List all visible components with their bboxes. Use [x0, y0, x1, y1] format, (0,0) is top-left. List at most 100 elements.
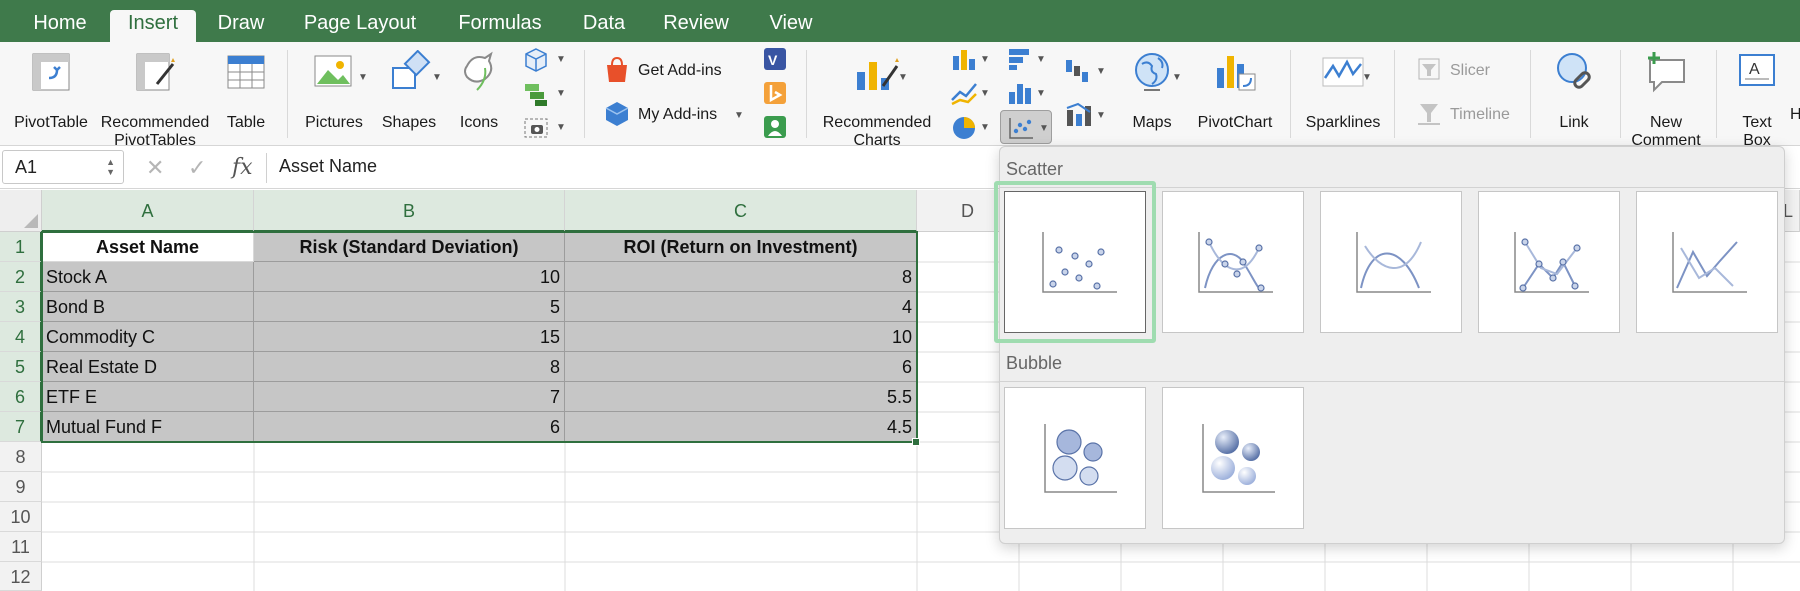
- bubble-3d-icon: [1202, 424, 1275, 493]
- tab-view[interactable]: View: [758, 10, 824, 42]
- row-header-6[interactable]: 6: [0, 382, 42, 412]
- tab-formulas[interactable]: Formulas: [448, 10, 552, 42]
- recommended-charts-dropdown-icon[interactable]: ▼: [898, 72, 908, 83]
- bar-chart-icon[interactable]: [1006, 46, 1034, 72]
- select-all-corner[interactable]: [0, 190, 42, 232]
- row-header-9[interactable]: 9: [0, 472, 42, 502]
- visio-icon[interactable]: V: [762, 46, 788, 72]
- people-graph-icon[interactable]: [762, 114, 788, 140]
- formula-bar-divider: [266, 153, 267, 183]
- tab-page-layout[interactable]: Page Layout: [296, 10, 424, 42]
- bar-chart-dropdown-icon[interactable]: ▼: [1036, 54, 1046, 65]
- recommended-charts-label-1: Recommended: [822, 114, 932, 131]
- column-chart-icon[interactable]: [950, 46, 978, 72]
- pictures-dropdown-icon[interactable]: ▼: [358, 72, 368, 83]
- row-header-11[interactable]: 11: [0, 532, 42, 562]
- globe-icon: [1135, 53, 1169, 91]
- row-header-8[interactable]: 8: [0, 442, 42, 472]
- screenshot-dropdown-icon[interactable]: ▼: [556, 122, 566, 133]
- timeline-button[interactable]: Timeline: [1450, 106, 1510, 124]
- bubble-item[interactable]: [1004, 387, 1146, 529]
- column-header-c[interactable]: C: [565, 190, 917, 232]
- pictures-button[interactable]: Pictures: [296, 50, 372, 140]
- text-box-button[interactable]: A Text Box: [1724, 50, 1790, 149]
- row-header-4[interactable]: 4: [0, 322, 42, 352]
- waterfall-chart-dropdown-icon[interactable]: ▼: [1096, 66, 1106, 77]
- row-header-10[interactable]: 10: [0, 502, 42, 532]
- sparklines-dropdown-icon[interactable]: ▼: [1362, 72, 1372, 83]
- scatter-markers-only-icon: [1042, 232, 1117, 293]
- waterfall-chart-icon[interactable]: [1064, 56, 1094, 86]
- recommended-charts-button[interactable]: Recommended Charts: [818, 50, 936, 149]
- smartart-dropdown-icon[interactable]: ▼: [556, 88, 566, 99]
- slicer-icon: [1418, 58, 1440, 80]
- scatter-straight-lines-markers-item[interactable]: [1478, 191, 1620, 333]
- insert-function-icon[interactable]: fx: [232, 155, 253, 180]
- gallery-divider: [1000, 187, 1784, 188]
- tab-insert[interactable]: Insert: [110, 10, 196, 42]
- pivotchart-button[interactable]: PivotChart: [1190, 50, 1280, 140]
- header-footer-button-cutoff[interactable]: H: [1790, 106, 1800, 124]
- recommended-pivottables-label-1: Recommended: [100, 114, 210, 131]
- formula-input[interactable]: Asset Name: [279, 156, 377, 177]
- pivottable-button[interactable]: PivotTable: [8, 50, 94, 140]
- name-box-stepper-icon[interactable]: ▲ ▼: [106, 157, 115, 177]
- new-comment-button[interactable]: New Comment: [1626, 50, 1706, 149]
- icons-button[interactable]: Icons: [450, 50, 508, 140]
- row-header-1[interactable]: 1: [0, 232, 42, 262]
- scatter-smooth-lines-markers-item[interactable]: [1162, 191, 1304, 333]
- tab-home[interactable]: Home: [18, 10, 102, 42]
- row-header-5[interactable]: 5: [0, 352, 42, 382]
- pie-chart-dropdown-icon[interactable]: ▼: [980, 122, 990, 133]
- scatter-chart-button[interactable]: ▼: [1000, 110, 1052, 144]
- tab-review[interactable]: Review: [654, 10, 738, 42]
- column-chart-dropdown-icon[interactable]: ▼: [980, 54, 990, 65]
- 3d-models-icon[interactable]: [522, 46, 550, 74]
- ribbon-separator: [1394, 50, 1395, 138]
- statistic-chart-dropdown-icon[interactable]: ▼: [1036, 88, 1046, 99]
- combo-chart-icon[interactable]: [1064, 100, 1094, 130]
- column-header-b[interactable]: B: [254, 190, 565, 232]
- maps-button[interactable]: Maps: [1122, 50, 1182, 140]
- my-addins-dropdown-icon[interactable]: ▼: [734, 110, 744, 121]
- shapes-dropdown-icon[interactable]: ▼: [432, 72, 442, 83]
- scatter-smooth-lines-item[interactable]: [1320, 191, 1462, 333]
- scatter-straight-lines-item[interactable]: [1636, 191, 1778, 333]
- bing-maps-icon[interactable]: [762, 80, 788, 106]
- slicer-button[interactable]: Slicer: [1450, 62, 1490, 80]
- shapes-button[interactable]: Shapes: [374, 50, 444, 140]
- smartart-icon[interactable]: [522, 80, 550, 108]
- bubble-3d-item[interactable]: [1162, 387, 1304, 529]
- ribbon-separator: [287, 50, 288, 138]
- bubble-section-title: Bubble: [1006, 353, 1063, 373]
- statistic-chart-icon[interactable]: [1006, 80, 1034, 106]
- tab-draw[interactable]: Draw: [206, 10, 276, 42]
- scatter-markers-only-item[interactable]: [1004, 191, 1146, 333]
- row-header-2[interactable]: 2: [0, 262, 42, 292]
- sparklines-button[interactable]: Sparklines: [1298, 50, 1388, 140]
- cancel-icon[interactable]: ✕: [146, 155, 164, 181]
- row-header-7[interactable]: 7: [0, 412, 42, 442]
- pivottable-icon: [32, 53, 70, 91]
- line-chart-icon[interactable]: [950, 80, 978, 106]
- maps-dropdown-icon[interactable]: ▼: [1172, 72, 1182, 83]
- combo-chart-dropdown-icon[interactable]: ▼: [1096, 110, 1106, 121]
- screenshot-icon[interactable]: [522, 114, 550, 142]
- link-button[interactable]: Link: [1538, 50, 1610, 140]
- row-header-12[interactable]: 12: [0, 562, 42, 591]
- recommended-pivottables-button[interactable]: Recommended PivotTables: [96, 50, 214, 149]
- enter-icon[interactable]: ✓: [188, 155, 206, 181]
- row-header-3[interactable]: 3: [0, 292, 42, 322]
- ribbon-insert: PivotTable Recommended PivotTables Table: [0, 42, 1800, 149]
- my-addins-button[interactable]: My Add-ins: [638, 106, 717, 124]
- pie-chart-icon[interactable]: [950, 114, 978, 142]
- 3d-models-dropdown-icon[interactable]: ▼: [556, 54, 566, 65]
- get-addins-button[interactable]: Get Add-ins: [638, 62, 722, 80]
- table-button[interactable]: Table: [218, 50, 274, 140]
- name-box[interactable]: A1 ▲ ▼: [2, 150, 124, 184]
- column-header-a[interactable]: A: [42, 190, 254, 232]
- ribbon-separator: [1620, 50, 1621, 138]
- line-chart-dropdown-icon[interactable]: ▼: [980, 88, 990, 99]
- tab-data[interactable]: Data: [574, 10, 634, 42]
- fill-handle[interactable]: [912, 438, 920, 446]
